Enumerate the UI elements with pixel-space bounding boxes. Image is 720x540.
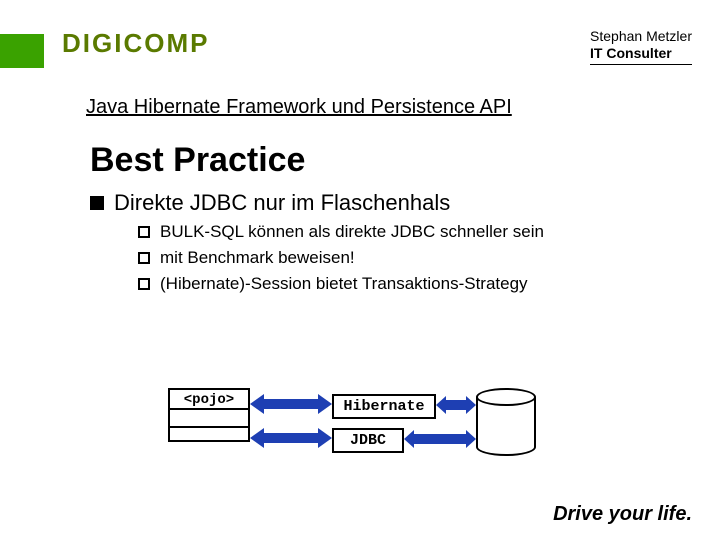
hibernate-box: Hibernate (332, 394, 436, 419)
page-subtitle: Java Hibernate Framework und Persistence… (86, 96, 720, 119)
logo-text: DIGICOMP (62, 28, 209, 59)
architecture-diagram: <pojo> Hibernate JDBC (168, 388, 568, 478)
bullet-square-filled-icon (90, 196, 104, 210)
page-title: Best Practice (90, 141, 720, 180)
sub-bullet-text: (Hibernate)-Session bietet Transaktions-… (160, 274, 528, 294)
sub-bullet-item: (Hibernate)-Session bietet Transaktions-… (138, 274, 720, 294)
bullet-item: Direkte JDBC nur im Flaschenhals (90, 190, 720, 216)
slogan-text: Drive your life. (553, 503, 692, 526)
accent-block (0, 34, 44, 68)
sub-bullet-text: BULK-SQL können als direkte JDBC schnell… (160, 222, 544, 242)
arrow-jdbc-db-icon (404, 428, 476, 450)
bullet-square-open-icon (138, 252, 150, 264)
jdbc-box: JDBC (332, 428, 404, 453)
author-role: IT Consulter (590, 45, 692, 62)
sub-bullet-item: mit Benchmark beweisen! (138, 248, 720, 268)
bullet-square-open-icon (138, 226, 150, 238)
sub-bullet-item: BULK-SQL können als direkte JDBC schnell… (138, 222, 720, 242)
arrow-pojo-jdbc-icon (250, 426, 332, 450)
author-block: Stephan Metzler IT Consulter (590, 28, 692, 65)
bullet-square-open-icon (138, 278, 150, 290)
arrow-pojo-hibernate-icon (250, 392, 332, 416)
bullet-list: Direkte JDBC nur im Flaschenhals BULK-SQ… (90, 190, 720, 294)
database-icon (476, 388, 536, 456)
bullet-text: Direkte JDBC nur im Flaschenhals (114, 190, 450, 216)
sub-bullet-text: mit Benchmark beweisen! (160, 248, 355, 268)
author-name: Stephan Metzler (590, 28, 692, 45)
arrow-hibernate-db-icon (436, 394, 476, 416)
pojo-box: <pojo> (168, 388, 250, 442)
pojo-label: <pojo> (170, 390, 248, 408)
